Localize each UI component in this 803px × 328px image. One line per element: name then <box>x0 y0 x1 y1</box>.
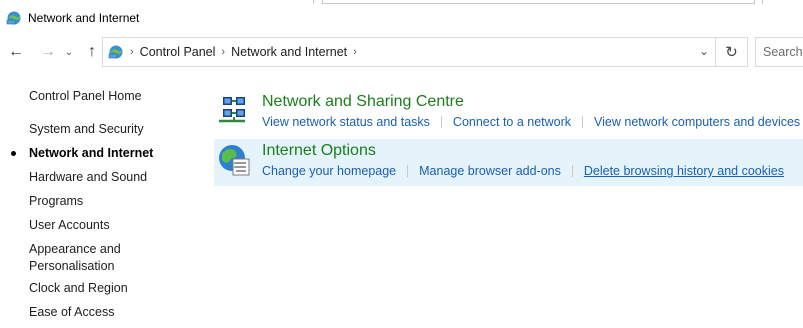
window-title: Network and Internet <box>28 11 140 25</box>
chevron-right-icon[interactable]: › <box>353 46 357 58</box>
breadcrumb-network-and-internet[interactable]: Network and Internet <box>231 45 347 59</box>
forward-arrow-icon[interactable]: → <box>38 42 58 62</box>
link-divider <box>407 165 409 177</box>
sidebar-item-clock-and-region[interactable]: Clock and Region <box>29 280 128 297</box>
address-bar[interactable]: › Control Panel › Network and Internet ›… <box>102 37 716 67</box>
sidebar-item-hardware-and-sound[interactable]: Hardware and Sound <box>29 169 147 186</box>
internet-options-links: Change your homepage Manage browser add-… <box>262 164 784 178</box>
link-divider <box>571 165 573 177</box>
up-arrow-icon[interactable]: ↑ <box>82 42 102 62</box>
delete-browsing-history-link[interactable]: Delete browsing history and cookies <box>584 164 784 178</box>
window-top-edge <box>0 0 803 4</box>
sidebar-item-appearance-line2[interactable]: Personalisation <box>29 258 114 275</box>
view-network-computers-link[interactable]: View network computers and devices <box>594 115 800 129</box>
refresh-icon[interactable]: ↻ <box>716 37 748 67</box>
sidebar-item-network-and-internet: Network and Internet <box>29 146 154 160</box>
connect-to-network-link[interactable]: Connect to a network <box>453 115 571 129</box>
sidebar-item-appearance-line1[interactable]: Appearance and <box>29 241 121 258</box>
network-sharing-title-link[interactable]: Network and Sharing Centre <box>262 93 464 111</box>
chevron-right-icon[interactable]: › <box>221 46 225 58</box>
network-sharing-links: View network status and tasks Connect to… <box>262 115 800 129</box>
chevron-down-icon[interactable]: ⌄ <box>699 44 709 58</box>
network-sharing-icon <box>219 97 245 123</box>
recent-locations-chevron-icon[interactable]: ⌄ <box>62 42 76 62</box>
sidebar-item-control-panel-home[interactable]: Control Panel Home <box>29 88 142 105</box>
back-arrow-icon[interactable]: ← <box>6 42 26 62</box>
view-network-status-link[interactable]: View network status and tasks <box>262 115 430 129</box>
chevron-right-icon[interactable]: › <box>130 46 134 58</box>
internet-options-icon <box>219 145 250 176</box>
link-divider <box>582 116 584 128</box>
title-bar: Network and Internet <box>0 6 803 30</box>
control-panel-icon <box>6 11 21 25</box>
sidebar-item-user-accounts[interactable]: User Accounts <box>29 217 110 234</box>
control-panel-icon <box>108 45 123 59</box>
address-row: ← → ⌄ ↑ › Control Panel › Network and In… <box>0 36 803 68</box>
sidebar-item-system-and-security[interactable]: System and Security <box>29 121 144 138</box>
change-homepage-link[interactable]: Change your homepage <box>262 164 396 178</box>
sidebar-item-programs[interactable]: Programs <box>29 193 83 210</box>
category-network-sharing: Network and Sharing Centre View network … <box>214 90 803 134</box>
category-internet-options: Internet Options Change your homepage Ma… <box>214 139 803 186</box>
search-placeholder: Search C <box>763 45 803 59</box>
breadcrumb-control-panel[interactable]: Control Panel <box>140 45 216 59</box>
internet-options-title-link[interactable]: Internet Options <box>262 142 376 160</box>
search-input[interactable]: Search C <box>755 37 803 67</box>
manage-addons-link[interactable]: Manage browser add-ons <box>419 164 561 178</box>
sidebar-item-ease-of-access[interactable]: Ease of Access <box>29 304 114 321</box>
link-divider <box>440 116 442 128</box>
active-bullet-icon <box>11 151 16 156</box>
